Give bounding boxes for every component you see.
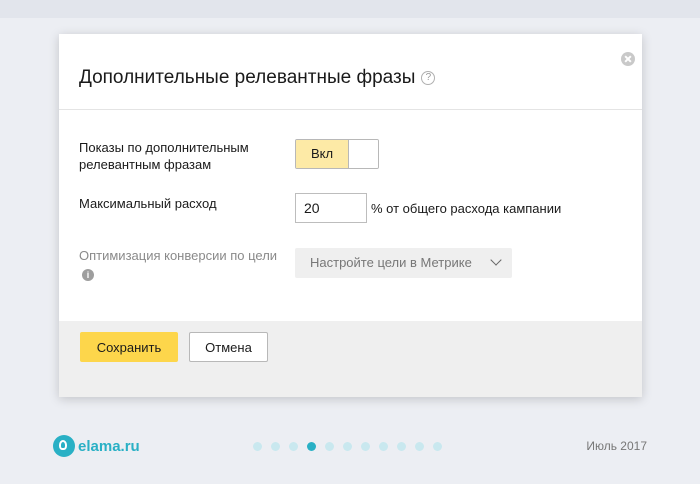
date-label: Июль 2017	[586, 439, 647, 453]
question-icon[interactable]: ?	[421, 70, 436, 85]
dialog-footer: Сохранить Отмена	[59, 321, 642, 397]
brand-name: elama.ru	[78, 437, 140, 455]
dialog: Дополнительные релевантные фразы ? Показ…	[59, 34, 642, 397]
top-bar	[0, 0, 700, 18]
optimization-label: Оптимизация конверсии по цели i	[79, 247, 279, 281]
pager-dot[interactable]	[379, 442, 388, 451]
brand-logo: elama.ru	[53, 435, 140, 457]
toggle-knob	[349, 140, 378, 168]
impressions-label: Показы по дополнительным релевантным фра…	[79, 140, 249, 172]
optimization-select-value: Настройте цели в Метрике	[310, 255, 472, 270]
pager-dot[interactable]	[433, 442, 442, 451]
optimization-select[interactable]: Настройте цели в Метрике	[295, 248, 512, 278]
pager-dot[interactable]	[289, 442, 298, 451]
toggle-on-label: Вкл	[296, 140, 349, 168]
pager-dot[interactable]	[415, 442, 424, 451]
impressions-toggle[interactable]: Вкл	[295, 139, 379, 169]
pager-dot[interactable]	[397, 442, 406, 451]
dialog-header: Дополнительные релевантные фразы ?	[59, 34, 642, 110]
pager-dot[interactable]	[325, 442, 334, 451]
pager-dot[interactable]	[343, 442, 352, 451]
pager-dots	[253, 442, 442, 451]
max-spend-suffix: % от общего расхода кампании	[371, 201, 562, 216]
pager-dot[interactable]	[307, 442, 316, 451]
cancel-button[interactable]: Отмена	[189, 332, 268, 362]
max-spend-input[interactable]	[295, 193, 367, 223]
elama-logo-icon	[53, 435, 75, 457]
max-spend-label: Максимальный расход	[79, 196, 217, 211]
close-icon[interactable]	[621, 52, 635, 66]
chevron-down-icon	[490, 254, 502, 266]
save-button[interactable]: Сохранить	[80, 332, 178, 362]
optimization-label-text: Оптимизация конверсии по цели	[79, 248, 278, 263]
pager-dot[interactable]	[253, 442, 262, 451]
pager-dot[interactable]	[361, 442, 370, 451]
pager-dot[interactable]	[271, 442, 280, 451]
info-icon[interactable]: i	[82, 269, 94, 281]
dialog-title: Дополнительные релевантные фразы	[79, 66, 416, 88]
